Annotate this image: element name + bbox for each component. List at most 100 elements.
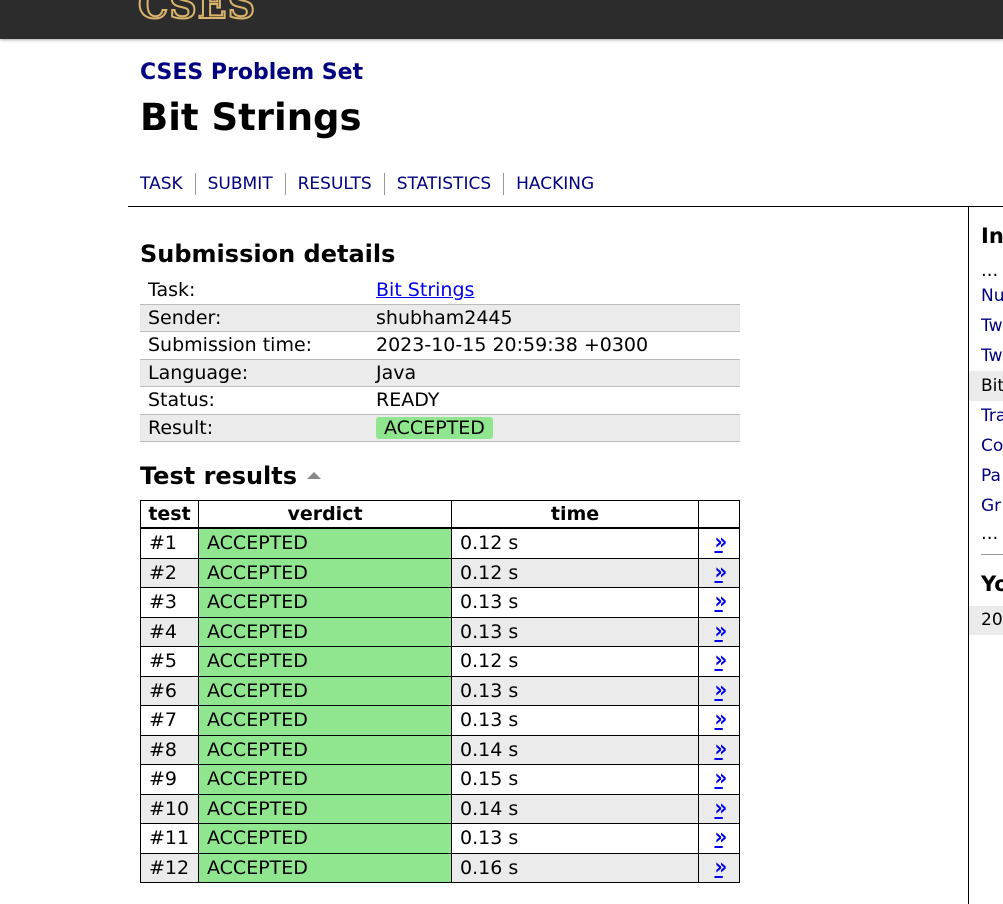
verdict-cell: ACCEPTED: [198, 852, 452, 883]
sidebar-item[interactable]: Pa: [969, 461, 1003, 491]
test-number: #5: [140, 646, 199, 677]
sidebar-title: In: [981, 224, 1003, 248]
table-row: #9 ACCEPTED 0.15 s »: [140, 764, 740, 795]
details-link-cell: »: [698, 793, 740, 824]
col-test: test: [140, 500, 199, 529]
view-test-icon[interactable]: »: [715, 736, 728, 764]
time-cell: 0.12 s: [451, 557, 699, 588]
detail-value: 2023-10-15 20:59:38 +0300: [368, 331, 740, 360]
sidebar-item[interactable]: Tw: [969, 311, 1003, 341]
time-cell: 0.14 s: [451, 734, 699, 765]
details-link-cell: »: [698, 557, 740, 588]
detail-row-result: Result: ACCEPTED: [140, 414, 740, 442]
time-cell: 0.13 s: [451, 616, 699, 647]
test-results-heading: Test results: [140, 462, 322, 490]
details-link-cell: »: [698, 587, 740, 618]
sidebar-item[interactable]: Bit: [969, 371, 1003, 401]
time-cell: 0.16 s: [451, 852, 699, 883]
time-cell: 0.13 s: [451, 823, 699, 854]
tab-results[interactable]: RESULTS: [298, 173, 372, 195]
details-link-cell: »: [698, 705, 740, 736]
header-divider: [128, 206, 1003, 207]
details-link-cell: »: [698, 764, 740, 795]
tab-submit[interactable]: SUBMIT: [208, 173, 273, 195]
top-bar: CSES: [0, 0, 1003, 39]
verdict-cell: ACCEPTED: [198, 734, 452, 765]
details-link-cell: »: [698, 646, 740, 677]
verdict-cell: ACCEPTED: [198, 616, 452, 647]
tab-hacking[interactable]: HACKING: [516, 173, 594, 195]
table-row: #12 ACCEPTED 0.16 s »: [140, 852, 740, 883]
table-row: #5 ACCEPTED 0.12 s »: [140, 646, 740, 677]
time-cell: 0.12 s: [451, 646, 699, 677]
view-test-icon[interactable]: »: [715, 765, 728, 793]
tab-statistics[interactable]: STATISTICS: [397, 173, 491, 195]
test-number: #6: [140, 675, 199, 706]
details-link-cell: »: [698, 527, 740, 559]
sidebar-item[interactable]: Tra: [969, 401, 1003, 431]
sidebar-title-2: Yo: [981, 572, 1003, 596]
nav-separator: [503, 173, 505, 195]
test-number: #11: [140, 823, 199, 854]
problem-set-link[interactable]: CSES Problem Set: [140, 60, 363, 86]
task-nav: TASK SUBMIT RESULTS STATISTICS HACKING: [140, 173, 594, 195]
detail-row-sender: Sender: shubham2445: [140, 304, 740, 332]
detail-row-status: Status: READY: [140, 386, 740, 415]
sidebar-item[interactable]: Tw: [969, 341, 1003, 371]
test-number: #12: [140, 852, 199, 883]
sidebar-rule: [981, 554, 1003, 555]
result-badge: ACCEPTED: [376, 416, 493, 439]
view-test-icon[interactable]: »: [715, 618, 728, 646]
view-test-icon[interactable]: »: [715, 706, 728, 734]
test-number: #2: [140, 557, 199, 588]
nav-separator: [194, 173, 196, 195]
view-test-icon[interactable]: »: [715, 854, 728, 882]
details-link-cell: »: [698, 852, 740, 883]
details-link-cell: »: [698, 675, 740, 706]
detail-key: Task:: [140, 277, 368, 305]
view-test-icon[interactable]: »: [715, 824, 728, 852]
view-test-icon[interactable]: »: [715, 647, 728, 675]
submission-details-heading: Submission details: [140, 240, 396, 268]
table-row: #8 ACCEPTED 0.14 s »: [140, 734, 740, 765]
detail-key: Submission time:: [140, 331, 368, 360]
detail-value: Java: [368, 359, 740, 387]
sidebar-dots-top: ...: [981, 260, 999, 281]
test-number: #3: [140, 587, 199, 618]
time-cell: 0.12 s: [451, 527, 699, 559]
sidebar-cell[interactable]: 20: [969, 606, 1003, 635]
view-test-icon[interactable]: »: [715, 795, 728, 823]
verdict-cell: ACCEPTED: [198, 675, 452, 706]
sidebar-item[interactable]: Gr: [969, 491, 1003, 521]
time-cell: 0.15 s: [451, 764, 699, 795]
task-link[interactable]: Bit Strings: [376, 279, 474, 301]
view-test-icon[interactable]: »: [715, 529, 728, 557]
collapse-caret-icon[interactable]: [307, 471, 322, 479]
detail-row-language: Language: Java: [140, 359, 740, 387]
sidebar-dots-bottom: ...: [981, 523, 999, 544]
table-row: #2 ACCEPTED 0.12 s »: [140, 557, 740, 588]
verdict-cell: ACCEPTED: [198, 646, 452, 677]
view-test-icon[interactable]: »: [715, 588, 728, 616]
view-test-icon[interactable]: »: [715, 677, 728, 705]
view-test-icon[interactable]: »: [715, 559, 728, 587]
table-row: #11 ACCEPTED 0.13 s »: [140, 823, 740, 854]
details-link-cell: »: [698, 823, 740, 854]
sidebar-item[interactable]: Nu: [969, 281, 1003, 311]
verdict-cell: ACCEPTED: [198, 557, 452, 588]
cses-logo[interactable]: CSES: [137, 0, 256, 25]
time-cell: 0.13 s: [451, 675, 699, 706]
table-row: #3 ACCEPTED 0.13 s »: [140, 587, 740, 618]
verdict-cell: ACCEPTED: [198, 705, 452, 736]
test-results-body: #1 ACCEPTED 0.12 s» #2 ACCEPTED 0.12 s» #3 ACCE…: [140, 527, 740, 883]
table-header-row: test verdict time: [140, 500, 740, 529]
table-row: #7 ACCEPTED 0.13 s »: [140, 705, 740, 736]
sidebar-item[interactable]: Co: [969, 431, 1003, 461]
test-number: #7: [140, 705, 199, 736]
col-time: time: [451, 500, 699, 529]
col-link: [698, 500, 740, 529]
time-cell: 0.13 s: [451, 587, 699, 618]
verdict-cell: ACCEPTED: [198, 764, 452, 795]
test-number: #10: [140, 793, 199, 824]
tab-task[interactable]: TASK: [140, 173, 183, 195]
